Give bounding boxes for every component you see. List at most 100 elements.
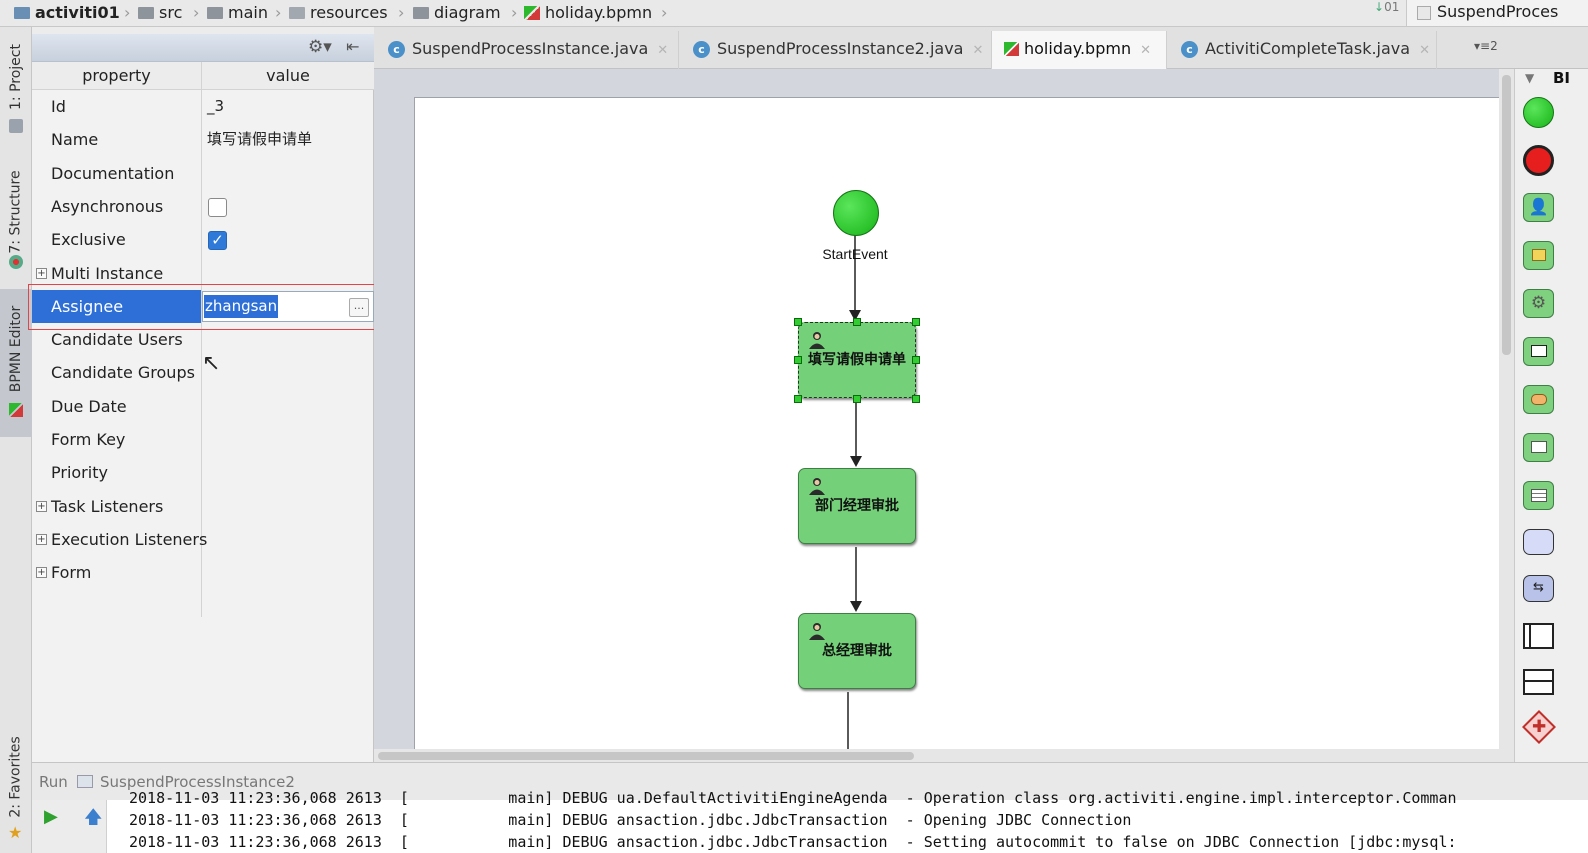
- property-row-name[interactable]: Name 填写请假申请单: [32, 123, 374, 156]
- resize-handle[interactable]: [912, 356, 920, 364]
- task-dept-manager-approval[interactable]: 部门经理审批: [798, 468, 916, 544]
- manual-task-icon[interactable]: [1523, 385, 1554, 414]
- end-event-icon[interactable]: [1523, 145, 1554, 176]
- tab-activiticompletetask[interactable]: c ActivitiCompleteTask.java ✕: [1167, 31, 1437, 69]
- diagram-canvas[interactable]: StartEvent 填写请假申请单 部门经理审批 总经理审批: [414, 97, 1499, 763]
- property-name: Id: [51, 97, 66, 116]
- resize-handle[interactable]: [853, 395, 861, 403]
- task-gm-approval[interactable]: 总经理审批: [798, 613, 916, 689]
- property-name: Execution Listeners: [51, 529, 208, 549]
- close-icon[interactable]: ✕: [657, 43, 668, 58]
- expand-icon[interactable]: +: [36, 500, 47, 512]
- checkbox-asynchronous[interactable]: [208, 197, 227, 217]
- assignee-highlight: [28, 284, 392, 330]
- sub-process-icon[interactable]: [1523, 529, 1554, 555]
- breadcrumb-separator: ›: [398, 3, 405, 22]
- gear-icon[interactable]: ⚙▾: [308, 37, 332, 57]
- java-class-icon: c: [693, 41, 710, 58]
- close-icon[interactable]: ✕: [1140, 43, 1151, 58]
- resize-handle[interactable]: [794, 318, 802, 326]
- property-row-task-listeners[interactable]: + Task Listeners: [32, 490, 374, 523]
- exclusive-gateway-icon[interactable]: ✚: [1522, 710, 1556, 744]
- expand-icon[interactable]: +: [36, 533, 47, 545]
- user-icon: [809, 623, 825, 640]
- scroll-up-icon[interactable]: 🡅: [84, 805, 103, 835]
- sort-icon[interactable]: ↓01: [1374, 1, 1399, 24]
- breadcrumb-separator: ›: [275, 3, 282, 22]
- tool-window-strip: 1: Project 7: Structure BPMN Editor 2: F…: [0, 27, 32, 853]
- property-row-id[interactable]: Id _3: [32, 90, 374, 123]
- scroll-thumb[interactable]: [1502, 75, 1511, 355]
- property-row-priority[interactable]: Priority: [32, 456, 374, 489]
- receive-task-icon[interactable]: [1523, 433, 1554, 462]
- breadcrumb-item-src[interactable]: src: [138, 1, 182, 25]
- property-name: Task Listeners: [51, 496, 164, 516]
- run-label[interactable]: Run: [39, 773, 68, 791]
- console-line: 2018-11-03 11:23:36,068 2613 [ main] DEB…: [129, 811, 1132, 829]
- property-value[interactable]: _3: [207, 90, 224, 123]
- project-tool-tab[interactable]: 1: Project: [0, 37, 32, 117]
- property-value[interactable]: 填写请假申请单: [207, 123, 312, 156]
- pool-icon[interactable]: [1523, 623, 1554, 649]
- favorites-tool-tab[interactable]: 2: Favorites: [0, 727, 32, 827]
- call-activity-icon[interactable]: ⇆: [1523, 575, 1554, 602]
- tab-holiday-bpmn[interactable]: holiday.bpmn ✕: [992, 31, 1167, 69]
- property-row-documentation[interactable]: Documentation: [32, 157, 374, 190]
- business-rule-task-icon[interactable]: [1523, 481, 1554, 510]
- pin-icon[interactable]: ⇤: [346, 37, 359, 56]
- expand-icon[interactable]: +: [36, 267, 47, 279]
- lane-icon[interactable]: [1523, 669, 1554, 695]
- java-class-icon: c: [1181, 41, 1198, 58]
- breadcrumb-item-main[interactable]: main: [207, 1, 268, 25]
- breadcrumb-item-diagram[interactable]: diagram: [413, 1, 501, 25]
- breadcrumb-item-file[interactable]: holiday.bpmn: [524, 1, 652, 25]
- breadcrumb-item-project[interactable]: activiti01: [14, 1, 120, 25]
- resize-handle[interactable]: [912, 318, 920, 326]
- property-name: Candidate Groups: [51, 363, 195, 383]
- property-row-form[interactable]: + Form: [32, 556, 374, 589]
- value-column-header[interactable]: value: [202, 62, 374, 90]
- property-name: Name: [51, 130, 99, 150]
- tab-suspendprocessinstance[interactable]: c SuspendProcessInstance.java ✕: [374, 31, 679, 69]
- project-icon: [9, 119, 23, 133]
- tab-suspendprocessinstance2[interactable]: c SuspendProcessInstance2.java ✕: [679, 31, 992, 69]
- property-row-form-key[interactable]: Form Key: [32, 423, 374, 456]
- resize-handle[interactable]: [794, 395, 802, 403]
- mouse-cursor-icon: ↖: [202, 351, 221, 376]
- scroll-thumb[interactable]: [378, 752, 914, 760]
- property-row-due-date[interactable]: Due Date: [32, 390, 374, 423]
- horizontal-scrollbar[interactable]: [374, 749, 1514, 762]
- tabs-overflow-button[interactable]: ▾≡2: [1474, 39, 1498, 53]
- property-name: Exclusive: [51, 230, 126, 250]
- resize-handle[interactable]: [794, 356, 802, 364]
- resize-handle[interactable]: [853, 318, 861, 326]
- property-name: Priority: [51, 463, 108, 483]
- start-event-icon[interactable]: [1523, 97, 1554, 128]
- rerun-icon[interactable]: ▶: [44, 806, 58, 827]
- start-event-label: StartEvent: [822, 246, 888, 262]
- checkbox-exclusive[interactable]: ✓: [208, 231, 227, 251]
- vertical-scrollbar[interactable]: [1499, 69, 1514, 749]
- expand-icon[interactable]: +: [36, 567, 47, 579]
- property-name: Asynchronous: [51, 196, 164, 216]
- run-config-icon: [77, 775, 93, 788]
- property-row-exclusive[interactable]: Exclusive ✓: [32, 223, 374, 256]
- folder-icon: [207, 7, 223, 19]
- start-event[interactable]: [833, 190, 879, 236]
- property-column-header[interactable]: property: [32, 62, 201, 90]
- service-task-icon[interactable]: ⚙: [1523, 289, 1554, 318]
- collapse-icon[interactable]: ▼: [1525, 71, 1534, 85]
- run-config-selector[interactable]: SuspendProces: [1406, 0, 1588, 26]
- script-task-icon[interactable]: [1523, 241, 1554, 270]
- property-row-asynchronous[interactable]: Asynchronous: [32, 190, 374, 223]
- resize-handle[interactable]: [912, 395, 920, 403]
- user-task-icon[interactable]: 👤: [1523, 193, 1554, 222]
- property-row-execution-listeners[interactable]: + Execution Listeners: [32, 523, 374, 556]
- close-icon[interactable]: ✕: [1419, 43, 1430, 58]
- structure-tool-tab[interactable]: 7: Structure: [0, 157, 32, 267]
- task-fill-leave-form[interactable]: 填写请假申请单: [798, 322, 916, 398]
- close-icon[interactable]: ✕: [972, 43, 983, 58]
- editor-tabs: c SuspendProcessInstance.java ✕ c SuspendPr…: [374, 27, 1588, 69]
- mail-task-icon[interactable]: [1523, 337, 1554, 366]
- breadcrumb-item-resources[interactable]: resources: [289, 1, 388, 25]
